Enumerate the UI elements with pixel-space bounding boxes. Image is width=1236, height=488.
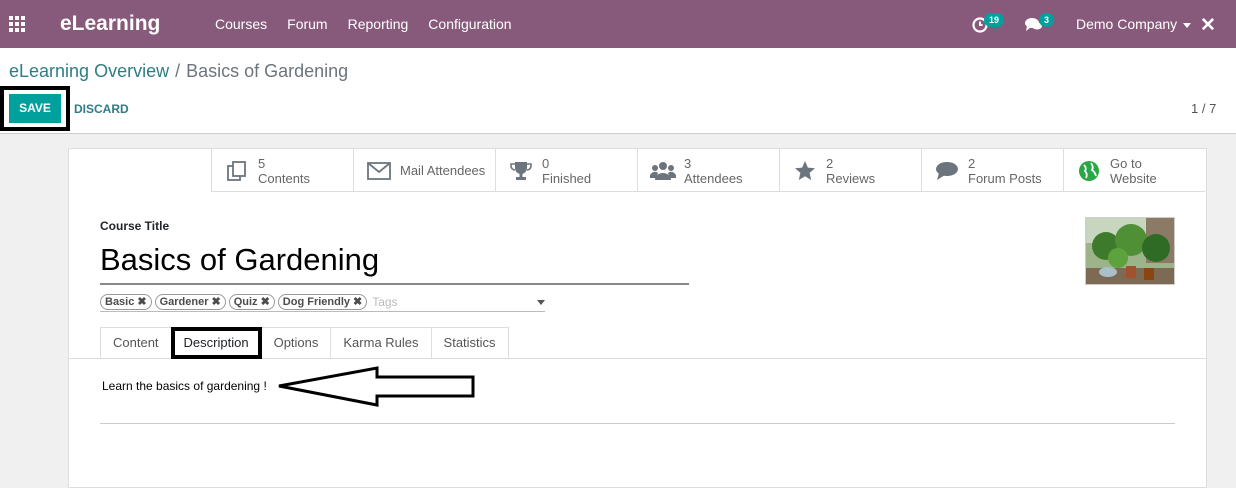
tag-chip[interactable]: Dog Friendly ✖	[277, 293, 368, 310]
pager-value[interactable]: 1 / 7	[1191, 101, 1216, 116]
remove-tag-icon[interactable]: ✖	[261, 296, 270, 308]
tab-karma-rules[interactable]: Karma Rules	[330, 327, 431, 359]
course-title-input[interactable]: Basics of Gardening	[100, 239, 689, 285]
users-icon	[650, 160, 676, 182]
description-bottom-border	[100, 423, 1175, 424]
breadcrumb-separator: /	[175, 61, 181, 81]
caret-down-icon[interactable]	[537, 300, 545, 305]
copy-icon	[224, 160, 250, 182]
course-image[interactable]	[1085, 217, 1175, 285]
star-icon	[792, 160, 818, 182]
app-brand: eLearning	[60, 12, 161, 35]
caret-down-icon	[1183, 22, 1192, 28]
globe-icon	[1076, 160, 1102, 182]
trophy-icon	[508, 160, 534, 182]
contents-label: Contents	[258, 170, 311, 186]
remove-tag-icon[interactable]: ✖	[137, 296, 146, 308]
mail-attendees-label: Mail Attendees	[400, 163, 486, 178]
contents-count: 5	[258, 155, 266, 171]
main-menu: Courses Forum Reporting Configuration	[215, 16, 532, 32]
top-navbar: eLearning Courses Forum Reporting Config…	[0, 0, 1236, 48]
discard-button[interactable]: DISCARD	[74, 102, 129, 116]
messages-button[interactable]: 3	[1025, 13, 1055, 34]
messages-count-badge: 3	[1039, 13, 1055, 27]
envelope-icon	[366, 160, 392, 182]
form-sheet: 5 Contents Mail Attendees 0 Finished 3 Atte…	[68, 148, 1207, 488]
annotation-arrow	[278, 366, 475, 407]
go-to-website-button[interactable]: Go to Website	[1063, 149, 1205, 192]
breadcrumb: eLearning Overview / Basics of Gardening	[9, 61, 348, 82]
menu-forum[interactable]: Forum	[287, 16, 327, 32]
tag-label: Basic	[105, 295, 135, 308]
attendees-count: 3	[684, 155, 692, 171]
control-panel: eLearning Overview / Basics of Gardening S…	[0, 48, 1236, 134]
website-label: Website	[1110, 170, 1157, 186]
tag-label: Dog Friendly	[282, 295, 351, 308]
menu-courses[interactable]: Courses	[215, 16, 267, 32]
finished-label: Finished	[542, 170, 592, 186]
tab-statistics[interactable]: Statistics	[430, 327, 509, 359]
attendees-label: Attendees	[684, 170, 743, 186]
save-highlight-box: SAVE	[0, 86, 70, 131]
tag-chip[interactable]: Quiz ✖	[228, 293, 275, 310]
tag-label: Gardener	[159, 295, 209, 308]
smart-button-box: 5 Contents Mail Attendees 0 Finished 3 Atte…	[211, 149, 1205, 192]
description-text[interactable]: Learn the basics of gardening !	[102, 379, 267, 393]
company-name: Demo Company	[1076, 16, 1178, 32]
tag-label: Quiz	[233, 295, 258, 308]
breadcrumb-current: Basics of Gardening	[186, 61, 349, 81]
remove-tag-icon[interactable]: ✖	[212, 296, 221, 308]
tab-content[interactable]: Content	[100, 327, 171, 359]
finished-stat-button[interactable]: 0 Finished	[495, 149, 637, 192]
activity-button[interactable]: 19	[972, 13, 1005, 34]
tags-field[interactable]: Basic ✖ Gardener ✖ Quiz ✖ Dog Friendly ✖ Tag…	[100, 292, 545, 312]
reviews-label: Reviews	[826, 170, 876, 186]
save-button[interactable]: SAVE	[9, 94, 61, 123]
reviews-count: 2	[826, 155, 834, 171]
activity-count-badge: 19	[984, 13, 1005, 27]
grid-icon[interactable]	[9, 16, 27, 32]
contents-stat-button[interactable]: 5 Contents	[211, 149, 353, 192]
attendees-stat-button[interactable]: 3 Attendees	[637, 149, 779, 192]
tab-options[interactable]: Options	[261, 327, 331, 359]
menu-reporting[interactable]: Reporting	[348, 16, 409, 32]
go-to-label: Go to	[1110, 155, 1142, 171]
forum-posts-label: Forum Posts	[968, 170, 1042, 186]
finished-count: 0	[542, 155, 550, 171]
forum-posts-stat-button[interactable]: 2 Forum Posts	[921, 149, 1063, 192]
close-icon[interactable]: ✕	[1200, 14, 1216, 37]
course-title-label: Course Title	[100, 219, 170, 233]
remove-tag-icon[interactable]: ✖	[353, 296, 362, 308]
tag-chip[interactable]: Gardener ✖	[154, 293, 226, 310]
notebook-tabs: Content Description Options Karma Rules …	[100, 327, 509, 359]
forum-posts-count: 2	[968, 155, 976, 171]
comment-icon	[934, 160, 960, 182]
tags-input-placeholder[interactable]: Tags	[372, 295, 397, 309]
mail-attendees-button[interactable]: Mail Attendees	[353, 149, 495, 192]
tab-description[interactable]: Description	[170, 327, 262, 359]
reviews-stat-button[interactable]: 2 Reviews	[779, 149, 921, 192]
menu-configuration[interactable]: Configuration	[428, 16, 511, 32]
company-switcher[interactable]: Demo Company	[1076, 16, 1192, 32]
tag-chip[interactable]: Basic ✖	[100, 293, 152, 310]
breadcrumb-parent-link[interactable]: eLearning Overview	[9, 61, 169, 81]
